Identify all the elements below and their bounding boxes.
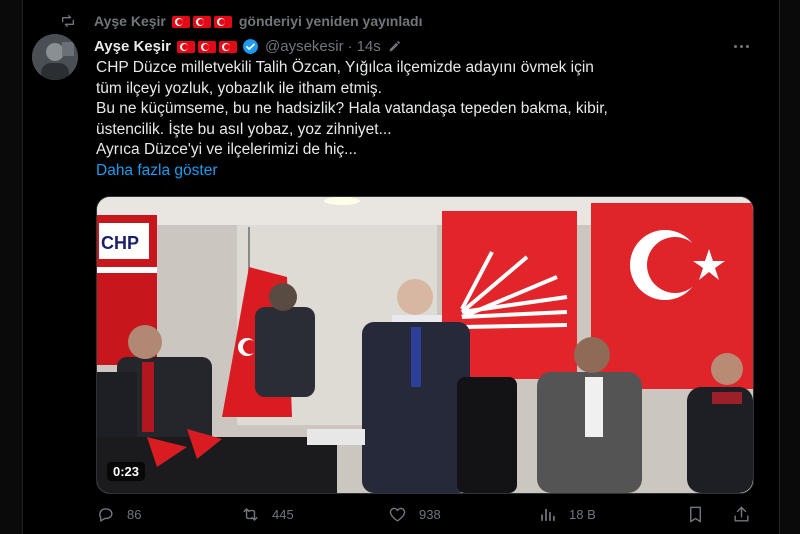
share-icon xyxy=(734,506,749,522)
repost-flags xyxy=(171,13,235,29)
edit-pencil-icon xyxy=(389,40,400,51)
post-text: CHP Düzce milletvekili Talih Özcan, Yığı… xyxy=(96,58,756,181)
share-button[interactable] xyxy=(732,505,763,524)
reply-button[interactable]: 86 xyxy=(96,505,141,524)
banner-text: CHP xyxy=(101,233,139,253)
repost-count: 445 xyxy=(272,507,294,522)
avatar[interactable] xyxy=(32,34,78,80)
verified-badge-icon xyxy=(243,38,258,54)
reply-icon xyxy=(99,508,113,522)
post-text-line: Ayrıca Düzce'yi ve ilçelerimizi de hiç..… xyxy=(96,141,358,158)
action-bar: 86 445 938 18 B xyxy=(96,505,756,529)
more-dots-icon[interactable] xyxy=(730,36,752,56)
post-text-line: üstencilik. İşte bu asıl yobaz, yoz zihn… xyxy=(96,120,392,138)
bookmark-icon xyxy=(690,506,701,523)
views-button[interactable]: 18 B xyxy=(538,505,596,524)
post-header: Ayşe Keşir @aysekesir · 14s xyxy=(94,36,750,56)
views-count: 18 B xyxy=(569,507,596,522)
post-time[interactable]: 14s xyxy=(357,38,381,55)
repost-user[interactable]: Ayşe Keşir xyxy=(94,13,166,29)
author-flags xyxy=(177,38,240,55)
repost-label: gönderiyi yeniden yayınladı xyxy=(238,13,423,29)
author-name[interactable]: Ayşe Keşir xyxy=(94,38,171,55)
reply-count: 86 xyxy=(127,507,142,522)
post-text-line: Bu ne küçümseme, bu ne hadsizlik? Hala v… xyxy=(96,100,608,117)
like-count: 938 xyxy=(419,507,441,522)
repost-icon xyxy=(243,508,258,521)
meta-separator: · xyxy=(347,37,353,55)
bookmark-button[interactable] xyxy=(686,505,717,524)
views-bar-chart-icon xyxy=(541,508,555,521)
video-timestamp: 0:23 xyxy=(107,462,146,481)
video-player[interactable]: CHP 0:23 xyxy=(96,196,754,494)
repost-icon xyxy=(62,15,74,27)
repost-context[interactable]: Ayşe Keşir gönderiyi yeniden yayınladı xyxy=(60,12,422,30)
like-button[interactable]: 938 xyxy=(388,505,441,524)
author-handle[interactable]: @aysekesir xyxy=(265,38,344,55)
show-more-link[interactable]: Daha fazla göster xyxy=(96,161,756,182)
repost-button[interactable]: 445 xyxy=(241,505,294,524)
post-text-line: tüm ilçeyi yozluk, yobazlık ile itham et… xyxy=(96,79,382,97)
video-frame: CHP xyxy=(97,197,753,493)
post-text-line: CHP Düzce milletvekili Talih Özcan, Yığı… xyxy=(96,59,594,76)
heart-icon xyxy=(389,507,406,522)
